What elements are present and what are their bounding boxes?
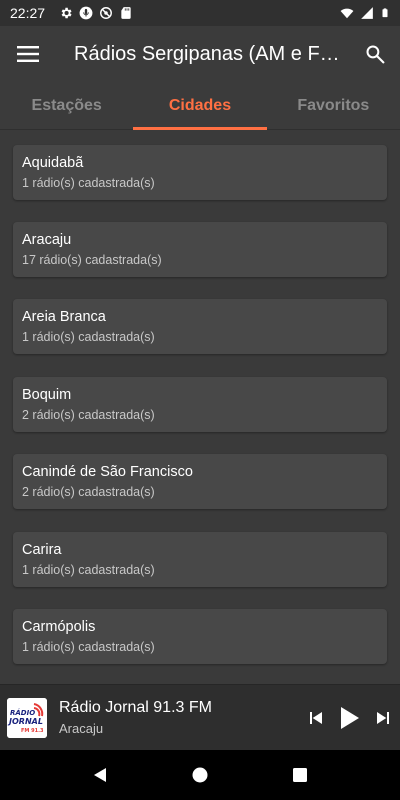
menu-icon (17, 46, 39, 62)
battery-icon (382, 8, 388, 18)
recents-icon (293, 768, 307, 782)
skip-next-icon (377, 711, 389, 724)
station-logo: RÁDIO JORNAL FM 91.3 (7, 697, 47, 738)
status-left: 22:27 (10, 5, 133, 21)
player-station-city: Aracaju (59, 721, 104, 736)
search-icon (366, 45, 385, 64)
back-icon (94, 768, 106, 782)
signal-icon (361, 7, 373, 19)
nav-back-button[interactable] (80, 755, 120, 795)
status-right (340, 6, 390, 20)
list-item-city[interactable]: Aracaju 17 rádio(s) cadastrada(s) (13, 222, 387, 277)
svg-text:RÁDIO: RÁDIO (10, 708, 35, 717)
mini-player[interactable]: RÁDIO JORNAL FM 91.3 Rádio Jornal 91.3 F… (0, 684, 400, 750)
city-radio-count: 1 rádio(s) cadastrada(s) (22, 330, 155, 344)
list-item-city[interactable]: Boquim 2 rádio(s) cadastrada(s) (13, 377, 387, 432)
city-name: Aquidabã (22, 155, 84, 171)
wifi-icon (340, 8, 354, 19)
city-radio-count: 2 rádio(s) cadastrada(s) (22, 408, 155, 422)
city-name: Aracaju (22, 232, 72, 248)
app-title: Rádios Sergipanas (AM e F… (74, 42, 340, 65)
sd-card-icon (121, 7, 131, 19)
status-bar: 22:27 (0, 0, 400, 26)
gear-icon (61, 7, 72, 19)
city-radio-count: 1 rádio(s) cadastrada(s) (22, 640, 155, 654)
status-time: 22:27 (10, 5, 46, 21)
player-info: Rádio Jornal 91.3 FM Aracaju (47, 698, 300, 737)
mic-icon (79, 6, 93, 20)
search-button[interactable] (350, 26, 400, 82)
list-item-city[interactable]: Canindé de São Francisco 2 rádio(s) cada… (13, 454, 387, 509)
sync-off-icon (100, 7, 112, 19)
nav-home-button[interactable] (180, 755, 220, 795)
city-radio-count: 1 rádio(s) cadastrada(s) (22, 563, 155, 577)
system-nav-bar (0, 750, 400, 800)
player-station-title: Rádio Jornal 91.3 FM (59, 699, 212, 716)
list-item-city[interactable]: Aquidabã 1 rádio(s) cadastrada(s) (13, 145, 387, 200)
city-name: Carira (22, 542, 62, 558)
city-radio-count: 2 rádio(s) cadastrada(s) (22, 485, 155, 499)
app-bar: Rádios Sergipanas (AM e F… (0, 26, 400, 82)
tab-bar: Estações Cidades Favoritos (0, 82, 400, 130)
list-item-city[interactable]: Carmópolis 1 rádio(s) cadastrada(s) (13, 609, 387, 664)
home-icon (192, 767, 208, 783)
city-list[interactable]: Aquidabã 1 rádio(s) cadastrada(s) Aracaj… (0, 131, 400, 684)
radio-jornal-logo-image: RÁDIO JORNAL FM 91.3 (7, 697, 47, 738)
svg-text:JORNAL: JORNAL (7, 717, 43, 726)
next-button[interactable] (366, 698, 400, 738)
svg-text:FM 91.3: FM 91.3 (21, 728, 44, 734)
nav-recents-button[interactable] (280, 755, 320, 795)
play-icon (341, 706, 359, 729)
play-button[interactable] (332, 698, 366, 738)
previous-button[interactable] (300, 698, 332, 738)
list-item-city[interactable]: Areia Branca 1 rádio(s) cadastrada(s) (13, 299, 387, 354)
tab-cidades[interactable]: Cidades (133, 82, 267, 130)
tab-estacoes[interactable]: Estações (0, 82, 133, 130)
menu-button[interactable] (0, 26, 56, 82)
list-item-city[interactable]: Carira 1 rádio(s) cadastrada(s) (13, 532, 387, 587)
city-name: Carmópolis (22, 619, 96, 635)
city-name: Boquim (22, 387, 72, 403)
city-name: Canindé de São Francisco (22, 464, 193, 480)
city-name: Areia Branca (22, 309, 106, 325)
city-radio-count: 1 rádio(s) cadastrada(s) (22, 176, 155, 190)
tab-favoritos[interactable]: Favoritos (267, 82, 400, 130)
city-radio-count: 17 rádio(s) cadastrada(s) (22, 253, 162, 267)
skip-previous-icon (310, 711, 322, 724)
